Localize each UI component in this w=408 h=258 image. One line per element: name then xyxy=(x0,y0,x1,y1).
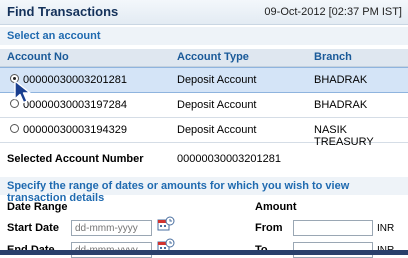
column-account-no: Account No xyxy=(7,51,69,63)
account-type: Deposit Account xyxy=(177,99,257,111)
account-row-3[interactable]: 00000030003194329 Deposit Account NASIK … xyxy=(0,118,408,148)
start-date-label: Start Date xyxy=(7,222,59,234)
account-type: Deposit Account xyxy=(177,124,257,136)
start-date-calendar-icon[interactable] xyxy=(157,216,175,232)
bottom-bar xyxy=(0,250,408,255)
start-date-input[interactable] xyxy=(71,220,152,236)
mouse-cursor-icon xyxy=(14,80,31,104)
select-account-header: Select an account xyxy=(0,27,408,45)
date-range-label: Date Range xyxy=(7,201,68,213)
accounts-table-header: Account No Account Type Branch xyxy=(0,49,408,67)
account-number: 00000030003197284 xyxy=(23,99,128,111)
account-row-1[interactable]: 00000030003201281 Deposit Account BHADRA… xyxy=(0,67,408,93)
account-branch: BHADRAK xyxy=(314,99,368,111)
column-account-type: Account Type xyxy=(177,51,249,63)
amount-from-label: From xyxy=(255,222,283,234)
account-radio-3[interactable] xyxy=(10,124,19,133)
amount-from-input[interactable] xyxy=(293,220,373,236)
account-number: 00000030003194329 xyxy=(23,124,128,136)
timestamp: 09-Oct-2012 [02:37 PM IST] xyxy=(264,6,402,18)
page-title: Find Transactions xyxy=(7,4,119,19)
range-section-header: Specify the range of dates or amounts fo… xyxy=(0,177,408,204)
amount-label: Amount xyxy=(255,201,297,213)
account-branch: BHADRAK xyxy=(314,74,368,86)
account-branch: NASIK TREASURY xyxy=(314,124,374,148)
column-branch: Branch xyxy=(314,51,352,63)
selected-account-label: Selected Account Number xyxy=(7,153,144,165)
account-type: Deposit Account xyxy=(177,74,257,86)
selected-account-value: 00000030003201281 xyxy=(177,153,282,165)
account-row-2[interactable]: 00000030003197284 Deposit Account BHADRA… xyxy=(0,93,408,118)
account-number: 00000030003201281 xyxy=(23,74,128,86)
amount-from-currency: INR xyxy=(377,223,395,234)
